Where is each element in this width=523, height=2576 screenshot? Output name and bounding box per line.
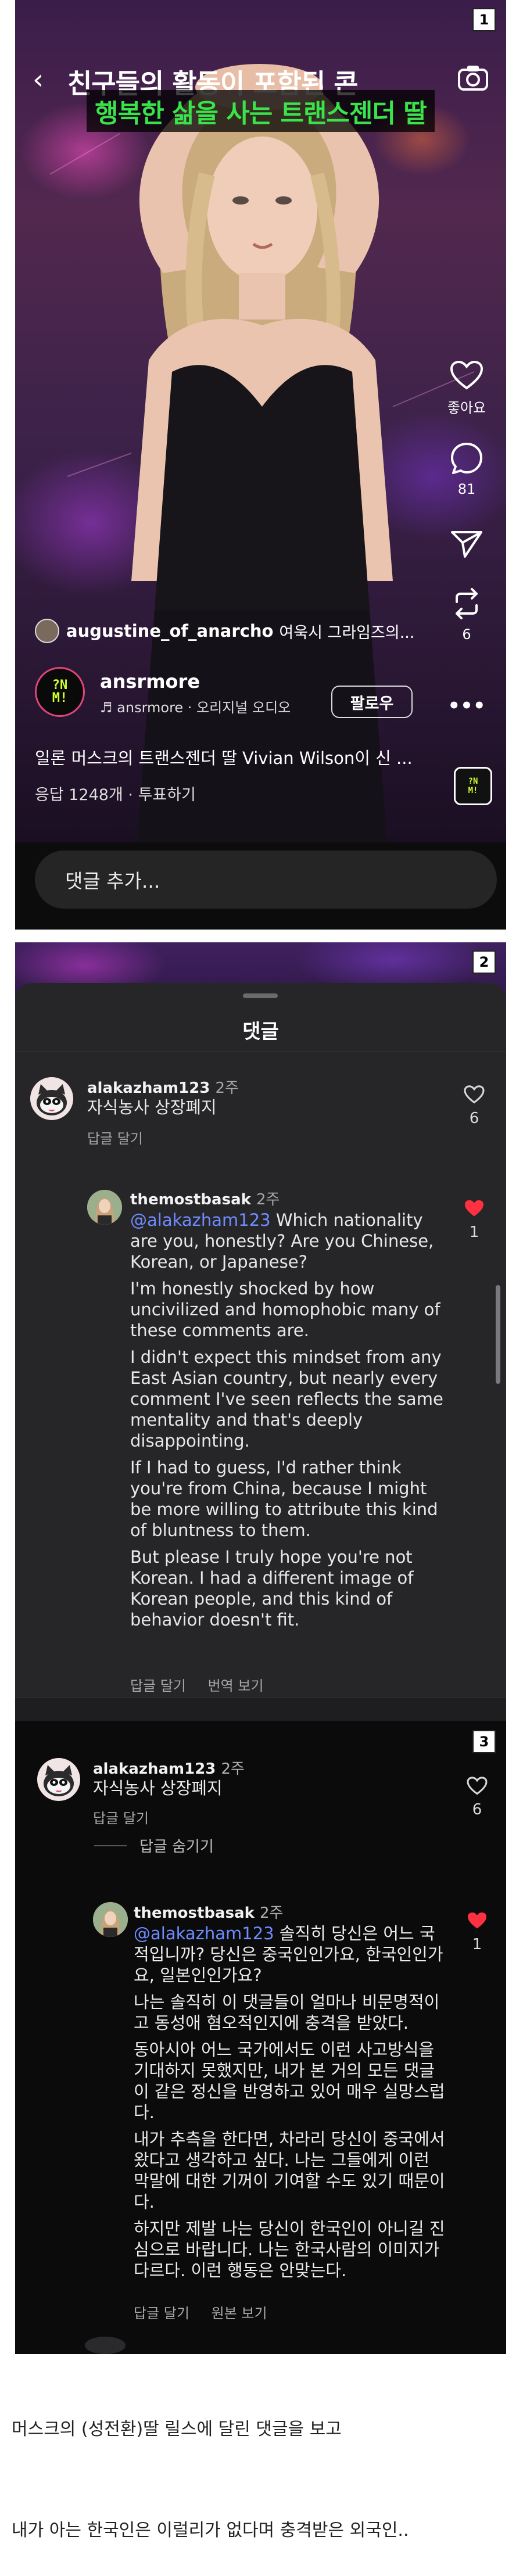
reply-paragraph: I'm honestly shocked by how uncivilized … [130,1279,440,1340]
reply-username[interactable]: themostbasak 2주 [130,1187,280,1209]
reply-username-text: themostbasak [130,1191,251,1208]
reel-description[interactable]: 일론 머스크의 트랜스젠더 딸 Vivian Wilson이 신 ... [35,745,453,769]
see-original-button[interactable]: 원본 보기 [212,2305,267,2322]
reply-paragraph: 하지만 제발 나는 당신이 한국인이 아니길 진심으로 바랍니다. 나는 한국사… [134,2219,445,2280]
comment-username-text: alakazham123 [93,1760,216,1778]
heart-icon [450,360,483,390]
user-photo-icon [87,1190,122,1225]
heart-filled-icon [465,1200,483,1217]
next-avatar-peek [85,2337,126,2354]
reply-paragraph: 동아시아 어느 국가에서도 이런 사고방식을 기대하지 못했지만, 내가 본 거… [134,2040,445,2122]
reply-button[interactable]: 답글 달기 [134,2305,189,2322]
comment-like-count: 6 [469,1110,479,1127]
raccoon-avatar-icon [44,1765,74,1796]
reply-like-button[interactable]: 1 [460,1199,489,1241]
comments-sheet: 댓글 alakazham123 2주 자식농사 상장폐지 답글 달기 6 the… [15,983,506,1788]
comment-like-button[interactable]: 6 [460,1085,489,1127]
panel-number-badge: 2 [472,950,496,974]
follow-button[interactable]: 팔로우 [331,686,413,718]
reply-text: @alakazham123 솔직히 당신은 어느 국적입니까? 당신은 중국인인… [134,1923,447,2287]
reply-button[interactable]: 답글 달기 [93,1810,149,1827]
comment-button[interactable]: 81 [443,442,490,497]
reply-actions: 답글 달기 원본 보기 [134,2302,285,2322]
share-button[interactable] [443,529,490,561]
comment-like-count: 6 [472,1801,482,1818]
comment-username[interactable]: alakazham123 2주 [93,1757,245,1778]
comment-username[interactable]: alakazham123 2주 [87,1076,239,1097]
reply-username-text: themostbasak [134,1904,255,1922]
comment-time: 2주 [221,1760,245,1778]
avatar[interactable] [30,1077,73,1120]
reply-paragraph: If I had to guess, I'd rather think you'… [130,1458,438,1540]
audio-user-avatar [35,619,59,643]
reply-paragraph: 나는 솔직히 이 댓글들이 얼마나 비문명적이고 동성애 혐오적인지에 충격을 … [134,1992,440,2033]
reply-button[interactable]: 답글 달기 [87,1131,143,1147]
repost-icon [456,588,478,619]
reply-paragraph: 내가 추측을 한다면, 차라리 당신이 중국에서 왔다고 생각하고 싶다. 나는… [134,2129,445,2212]
like-button[interactable]: 좋아요 [443,360,490,417]
comments-title: 댓글 [242,1020,279,1043]
panel-number-badge: 3 [472,1730,496,1753]
reel-video-caption-text: 행복한 삶을 사는 트랜스젠더 딸 [87,90,435,132]
repost-count: 6 [462,626,471,643]
scrollbar[interactable] [496,1285,500,1384]
reply-like-button[interactable]: 1 [463,1911,492,1953]
comment-input[interactable]: 댓글 추가... [35,851,497,909]
reply-button[interactable]: 답글 달기 [130,1678,186,1694]
comment-time: 2주 [215,1079,239,1097]
comment-like-button[interactable]: 6 [463,1777,492,1818]
comments-sheet-panel: 2 댓글 alakazham123 2주 자식농사 상장폐지 답글 달기 6 t… [15,942,506,1788]
reels-screenshot-panel: 1 ‹ 친구들의 활동이 포함된 콘 행복한 삶을 사는 트랜스젠더 딸 좋아요… [15,0,506,930]
reel-author: ?N M! ansrmore ♬ ansrmore · 오리지널 오디오 팔로우 [35,667,453,725]
avatar[interactable] [93,1902,128,1937]
heart-filled-icon [468,1912,486,1929]
reply-username[interactable]: themostbasak 2주 [134,1901,283,1922]
comment-username-text: alakazham123 [87,1079,210,1097]
mention-link[interactable]: @alakazham123 [130,1210,271,1230]
panel-number-badge: 1 [472,8,496,31]
comment-count: 81 [457,481,476,497]
raccoon-avatar-icon [37,1084,67,1115]
translated-comments-panel: 3 alakazham123 2주 자식농사 상장폐지 답글 달기 6 답글 숨… [15,1721,506,2354]
like-label: 좋아요 [447,400,486,416]
sheet-drag-handle[interactable] [243,993,278,998]
comment-text: 자식농사 상장폐지 [93,1778,223,1798]
comment-actions: 답글 달기 [93,1807,166,1827]
audio-attribution[interactable]: augustine_of_anarcho 여욱시 그라임즈의... [35,619,442,643]
author-username[interactable]: ansrmore [100,670,200,693]
reel-video-caption: 행복한 삶을 사는 트랜스젠더 딸 [15,90,506,132]
reply-like-count: 1 [472,1936,482,1953]
caption-line-2: 내가 아는 한국인은 이럴리가 없다며 충격받은 외국인.. [12,2520,409,2541]
reply-like-count: 1 [469,1224,479,1241]
reply-paragraph: I didn't expect this mindset from any Ea… [130,1347,443,1451]
hide-replies-button[interactable]: 답글 숨기기 [94,1835,214,1856]
reply-text: @alakazham123 Which nationality are you,… [130,1210,444,1636]
caption-line-1: 머스크의 (성전환)딸 릴스에 달린 댓글을 보고 [12,2419,342,2439]
reel-meta[interactable]: 응답 1248개 · 투표하기 [35,782,196,805]
music-thumbnail[interactable]: ?N M! [454,767,492,805]
camera-icon[interactable] [457,64,489,92]
reply-paragraph: @alakazham123 Which nationality are you,… [130,1210,444,1272]
audio-username: augustine_of_anarcho [66,621,274,641]
reply-time: 2주 [259,1904,284,1922]
comment-bubble-icon [451,443,482,474]
translate-button[interactable]: 번역 보기 [208,1678,264,1694]
comment-text: 자식농사 상장폐지 [87,1097,217,1117]
avatar[interactable] [37,1758,80,1801]
reply-time: 2주 [256,1191,280,1208]
author-avatar[interactable]: ?N M! [35,667,85,717]
send-icon [451,531,482,558]
repost-button[interactable]: 6 [443,587,490,643]
audio-text: 여욱시 그라임즈의... [279,623,415,642]
user-photo-icon [93,1902,128,1937]
heart-outline-icon [467,1777,488,1795]
heart-outline-icon [464,1085,485,1104]
comment-actions: 답글 달기 [87,1127,160,1147]
avatar[interactable] [87,1190,122,1225]
mention-link[interactable]: @alakazham123 [134,1924,274,1943]
reply-paragraph: @alakazham123 솔직히 당신은 어느 국적입니까? 당신은 중국인인… [134,1923,447,1986]
author-audio-info[interactable]: ♬ ansrmore · 오리지널 오디오 [100,696,291,716]
reply-paragraph: But please I truly hope you're not Korea… [130,1547,414,1630]
reply-actions: 답글 달기 번역 보기 [130,1674,281,1695]
